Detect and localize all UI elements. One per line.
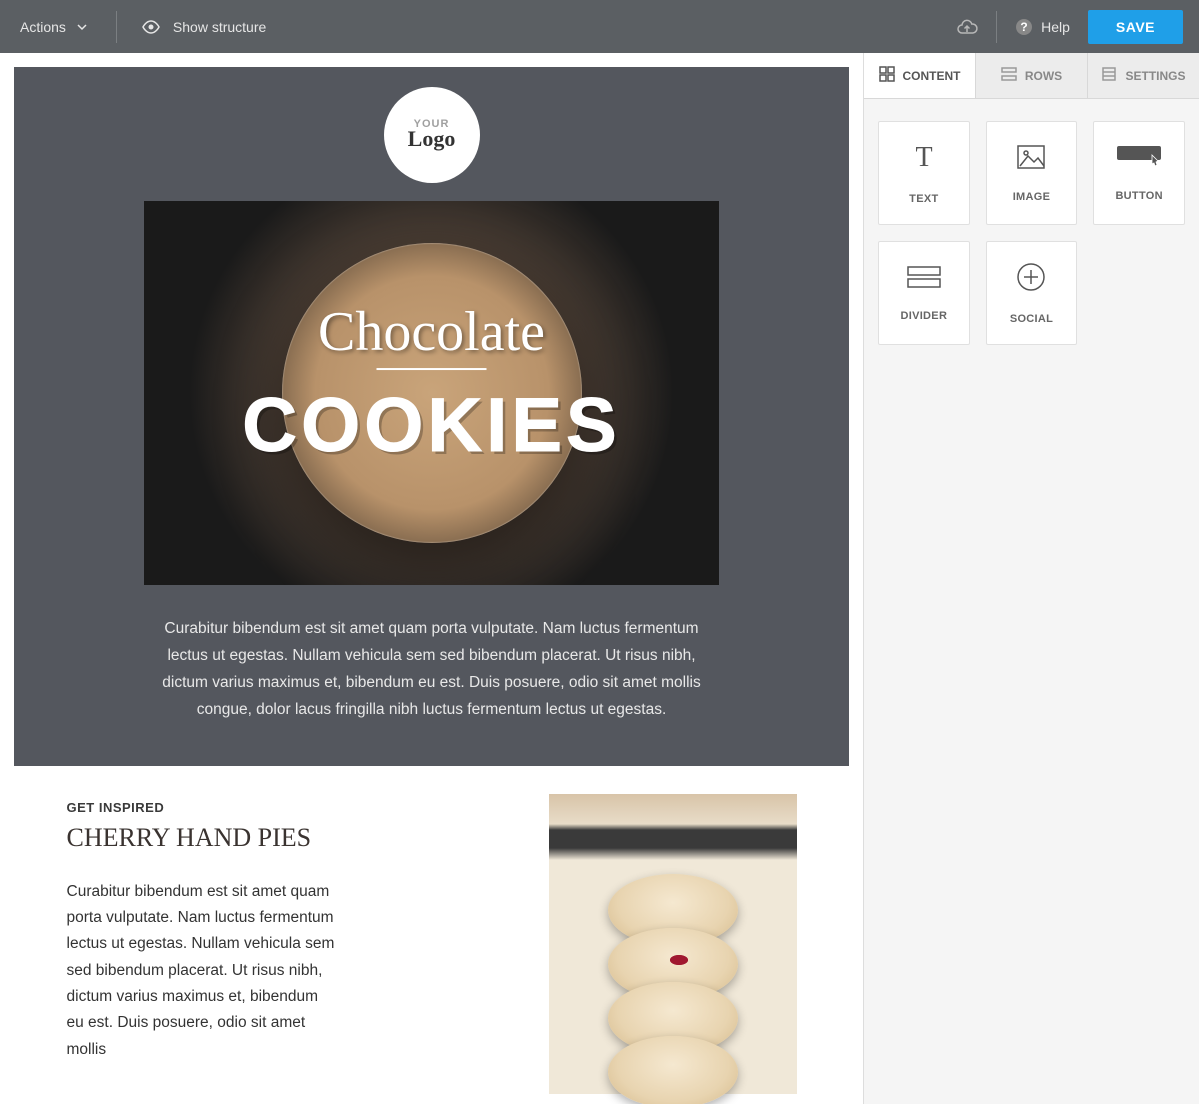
tab-settings-label: SETTINGS [1125,69,1185,83]
actions-dropdown[interactable]: Actions [16,13,92,41]
show-structure-toggle[interactable]: Show structure [141,19,266,35]
content-blocks-grid: T TEXT IMAGE BUTTON [864,99,1199,367]
hero-image[interactable]: Chocolate COOKIES [144,201,719,585]
hero-big-text: COOKIES [144,382,719,469]
sidebar-tabs: CONTENT ROWS SETTINGS [864,53,1199,99]
tab-settings[interactable]: SETTINGS [1088,53,1199,98]
block-social-label: SOCIAL [1010,313,1053,325]
tab-rows[interactable]: ROWS [976,53,1088,98]
settings-icon [1101,66,1117,85]
block-divider-label: DIVIDER [900,310,947,322]
recipe-image[interactable] [549,794,797,1094]
button-icon [1116,145,1162,174]
hero-script-text: Chocolate [144,300,719,364]
recipe-title[interactable]: CHERRY HAND PIES [67,823,521,853]
cloud-upload-icon[interactable] [956,19,978,35]
recipe-body[interactable]: Curabitur bibendum est sit amet quam por… [67,879,337,1063]
show-structure-label: Show structure [173,19,266,35]
divider-icon [906,265,942,294]
block-divider[interactable]: DIVIDER [878,241,970,345]
eye-icon [141,20,161,34]
block-social[interactable]: SOCIAL [986,241,1078,345]
tab-content[interactable]: CONTENT [864,53,976,98]
svg-text:?: ? [1020,20,1027,34]
block-button[interactable]: BUTTON [1093,121,1185,225]
block-image[interactable]: IMAGE [986,121,1078,225]
block-text-label: TEXT [909,193,938,205]
logo-bottom-text: Logo [408,126,456,152]
block-button-label: BUTTON [1115,190,1162,202]
tab-content-label: CONTENT [903,69,961,83]
editor-canvas[interactable]: YOUR Logo Chocolate COOKIES Curabitur bi… [0,53,863,1104]
hero-section[interactable]: YOUR Logo Chocolate COOKIES Curabitur bi… [14,67,849,766]
actions-label: Actions [20,19,66,35]
help-button[interactable]: ? Help [1015,18,1070,36]
toolbar-divider [116,11,117,43]
hero-underline [377,368,487,370]
right-sidebar: CONTENT ROWS SETTINGS [863,53,1199,1104]
grid-icon [879,66,895,85]
rows-icon [1001,66,1017,85]
chevron-down-icon [76,21,88,33]
help-label: Help [1041,19,1070,35]
donut-graphic [608,874,738,1104]
logo-placeholder[interactable]: YOUR Logo [384,87,480,183]
toolbar-divider-2 [996,11,997,43]
help-icon: ? [1015,18,1033,36]
hero-body-text[interactable]: Curabitur bibendum est sit amet quam por… [152,615,712,724]
top-toolbar: Actions Show structure ? [0,0,1199,53]
text-icon: T [909,142,939,177]
social-icon [1016,262,1046,297]
save-button[interactable]: SAVE [1088,10,1183,44]
tab-rows-label: ROWS [1025,69,1062,83]
recipe-eyebrow[interactable]: GET INSPIRED [67,800,521,815]
recipe-section[interactable]: GET INSPIRED CHERRY HAND PIES Curabitur … [47,766,817,1094]
block-text[interactable]: T TEXT [878,121,970,225]
image-icon [1016,144,1046,175]
block-image-label: IMAGE [1013,191,1051,203]
svg-text:T: T [915,142,932,172]
